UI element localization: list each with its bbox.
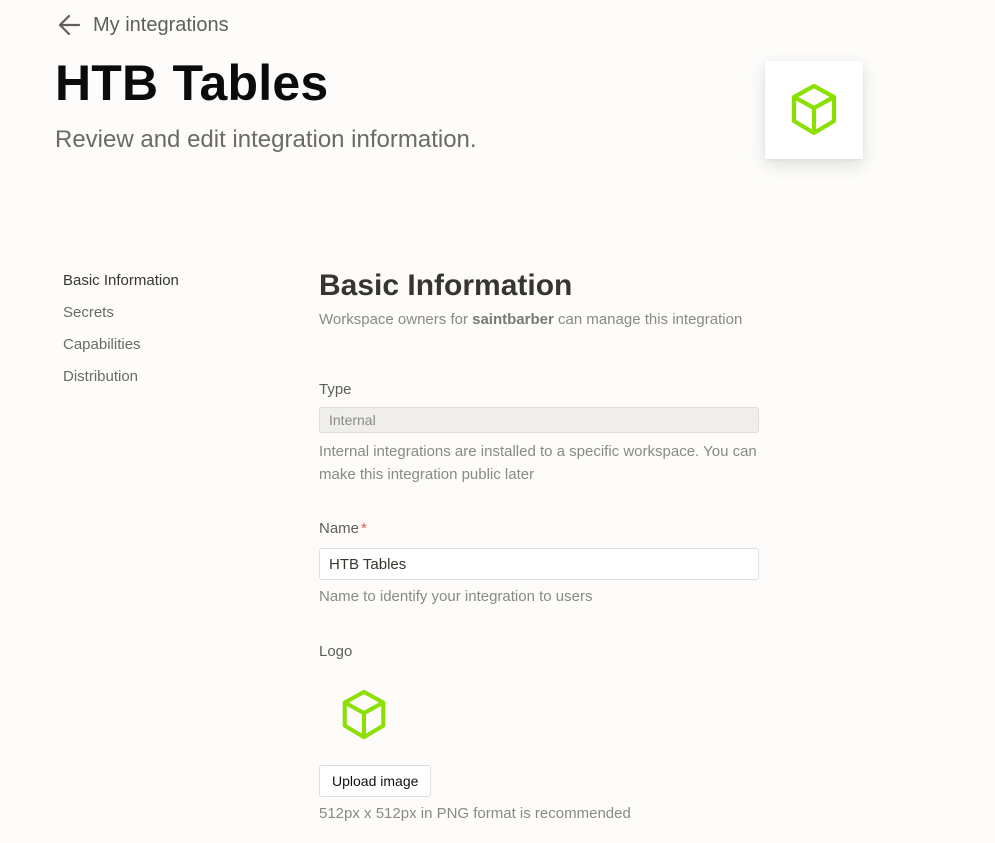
workspace-name: saintbarber [472, 311, 554, 328]
logo-label: Logo [319, 643, 353, 660]
description-suffix: can manage this integration [553, 311, 743, 328]
required-asterisk: * [361, 520, 367, 537]
back-to-integrations-link[interactable]: My integrations [57, 12, 229, 38]
sidebar-item-basic-information[interactable]: Basic Information [63, 271, 179, 303]
page-title: HTB Tables [55, 55, 329, 111]
type-help-text: Internal integrations are installed to a… [319, 443, 757, 483]
cube-icon [342, 689, 386, 740]
cube-icon [791, 83, 837, 136]
type-field: Internal [319, 407, 759, 433]
arrow-left-icon [58, 14, 81, 36]
sidebar-item-secrets[interactable]: Secrets [63, 303, 179, 335]
type-label: Type [319, 381, 352, 398]
upload-image-button[interactable]: Upload image [319, 765, 432, 797]
name-input[interactable] [319, 548, 759, 580]
back-link-label: My integrations [93, 13, 229, 36]
section-description: Workspace owners for saintbarber can man… [319, 310, 759, 330]
logo-help-text: 512px x 512px in PNG format is recommend… [319, 805, 631, 822]
name-label: Name * [319, 519, 367, 539]
sidebar-item-distribution[interactable]: Distribution [63, 367, 179, 399]
page-subtitle: Review and edit integration information. [55, 126, 477, 153]
logo-preview [339, 688, 389, 747]
settings-sidebar: Basic Information Secrets Capabilities D… [63, 271, 179, 399]
basic-information-section: Basic Information Workspace owners for s… [319, 268, 759, 822]
section-title: Basic Information [319, 269, 573, 302]
type-value: Internal [329, 412, 376, 428]
sidebar-item-capabilities[interactable]: Capabilities [63, 335, 179, 367]
description-prefix: Workspace owners for [319, 311, 473, 328]
integration-settings-page: My integrations HTB Tables Review and ed… [0, 0, 995, 843]
name-label-text: Name [319, 520, 360, 537]
name-help-text: Name to identify your integration to use… [319, 588, 593, 605]
integration-logo-card [765, 61, 863, 159]
